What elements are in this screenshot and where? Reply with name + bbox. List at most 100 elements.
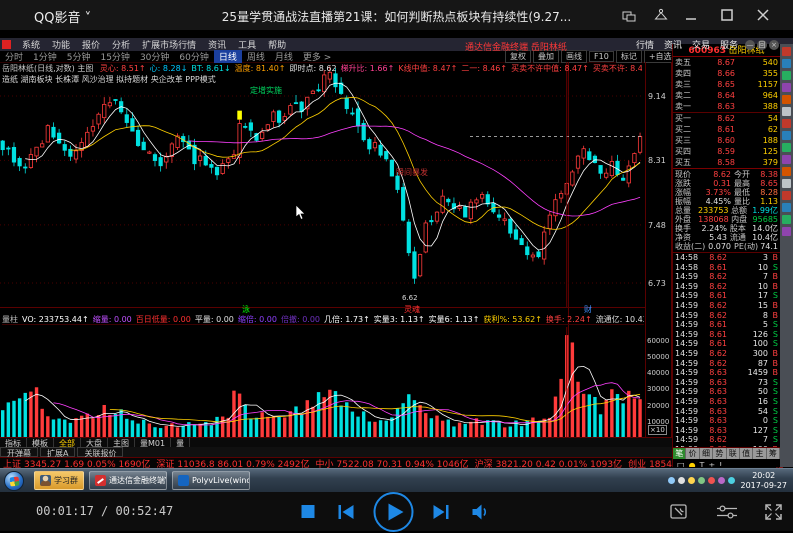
fullscreen-icon[interactable] <box>764 503 783 521</box>
play-button[interactable] <box>372 491 414 533</box>
next-button[interactable] <box>430 502 450 522</box>
close-icon[interactable] <box>752 5 774 25</box>
sidebar-tool-icon[interactable] <box>782 131 791 140</box>
info-row: 收益(二)0.070PE(动)74.1 <box>673 242 780 251</box>
toolbar-button[interactable]: F10 <box>589 51 614 62</box>
tray-icon[interactable] <box>668 477 675 484</box>
sidebar-tool-icon[interactable] <box>782 107 791 116</box>
sidebar-tool-icon[interactable] <box>782 143 791 152</box>
menu-item[interactable]: 行情 <box>631 38 659 51</box>
taskbar-button[interactable]: PolyvLive(windo... <box>172 471 250 490</box>
indicator-tab[interactable]: 全部 <box>54 438 81 447</box>
panel-icon[interactable]: □ <box>677 461 685 467</box>
taskbar-app-icon <box>178 475 189 486</box>
sidebar-tool-icon[interactable] <box>782 83 791 92</box>
taskbar-clock[interactable]: 20:02 2017-09-27 <box>741 471 788 491</box>
indicator-tab[interactable]: 量 <box>171 438 190 447</box>
tool-button[interactable]: 关联报价 <box>77 447 123 457</box>
info-row: 现价8.62今开8.38 <box>673 170 780 179</box>
panel-tab[interactable]: 联 <box>727 448 740 459</box>
settings-sliders-icon[interactable] <box>716 503 738 521</box>
menu-item[interactable]: 服务 <box>715 38 743 51</box>
indicator-value: 百日低量: 0.00 <box>136 315 191 324</box>
order-row: 买二8.6162 <box>673 124 780 135</box>
minimize-icon[interactable] <box>680 5 702 25</box>
indicator-tabs-row: 指标模板全部大盘主图量M01量 <box>0 437 672 447</box>
panel-tab[interactable]: 价 <box>686 448 699 459</box>
order-row: 买四8.59125 <box>673 146 780 157</box>
maximize-icon[interactable] <box>716 5 738 25</box>
tick-list[interactable]: 14:588.623B14:588.6110S14:598.627B14:598… <box>673 253 780 447</box>
indicator-tab[interactable]: 量M01 <box>135 438 171 447</box>
tick-row: 15:008.63100B <box>673 445 780 447</box>
info-row: 外盘138068内盘95685 <box>673 215 780 224</box>
start-button[interactable] <box>4 471 24 491</box>
sidebar-tool-icon[interactable] <box>782 59 791 68</box>
axis-gutter: ×10 日线 +-0 9.148.317.486.736000050000400… <box>645 62 672 467</box>
panel-tab[interactable]: 主 <box>753 448 766 459</box>
indicator-tab[interactable]: 主图 <box>108 438 135 447</box>
panel-tab[interactable]: 值 <box>740 448 753 459</box>
tray-icon[interactable] <box>678 477 685 484</box>
panel-icon[interactable]: T <box>700 461 705 467</box>
indicator-tab[interactable]: 模板 <box>27 438 54 447</box>
menu-item[interactable]: 交易 <box>687 38 715 51</box>
taskbar-button[interactable]: 学习群 <box>34 471 84 490</box>
tick-row: 14:598.6117S <box>673 291 780 301</box>
price-axis-label: 7.48 <box>648 221 666 230</box>
indicator-value: K线中值: 8.47↑ <box>398 64 457 73</box>
indicator-tab[interactable]: 大盘 <box>81 438 108 447</box>
mini-window-icon[interactable] <box>618 5 640 25</box>
tool-button[interactable]: 开弹幕 <box>0 447 38 457</box>
tray-icon[interactable] <box>688 477 695 484</box>
tick-row: 14:588.623B <box>673 253 780 263</box>
tray-icon[interactable] <box>708 477 715 484</box>
order-row: 买五8.58379 <box>673 157 780 168</box>
tdx-window-button[interactable]: — <box>745 40 755 50</box>
volume-axis-label: 60000 <box>647 337 669 345</box>
sidebar-tool-icon[interactable] <box>782 95 791 104</box>
indicator-value: 灵心: 8.51↑ <box>100 64 146 73</box>
sidebar-tool-icon[interactable] <box>782 47 791 56</box>
tray-icon[interactable] <box>698 477 705 484</box>
sidebar-tool-icon[interactable] <box>782 71 791 80</box>
sidebar-tool-icon[interactable] <box>782 119 791 128</box>
tdx-window-button[interactable]: 回 <box>757 40 767 50</box>
indicator-value: 量柱 <box>2 315 18 324</box>
previous-button[interactable] <box>336 502 356 522</box>
tick-row: 14:598.627S <box>673 435 780 445</box>
panel-icon[interactable]: ● <box>689 461 696 467</box>
sidebar-tool-icon[interactable] <box>782 191 791 200</box>
tool-button[interactable]: 扩展A <box>40 447 75 457</box>
panel-tab[interactable]: 势 <box>713 448 726 459</box>
panel-tab[interactable]: 笔 <box>673 448 686 459</box>
sidebar-tool-icon[interactable] <box>782 155 791 164</box>
info-row: 总量233753总额1.99亿 <box>673 206 780 215</box>
tdx-window-button[interactable]: × <box>769 40 779 50</box>
panel-tab[interactable]: 筹 <box>767 448 780 459</box>
tray-icon[interactable] <box>718 477 725 484</box>
panel-tab[interactable]: 细 <box>700 448 713 459</box>
mouse-cursor <box>295 205 307 221</box>
marquee-text: 通达信金融终端 岳阳林纸 <box>465 40 567 53</box>
panel-icon[interactable]: ! <box>719 461 722 467</box>
taskbar-button[interactable]: 通达信金融终端V... <box>89 471 167 490</box>
price-axis-label: 8.31 <box>648 156 666 165</box>
sidebar-tool-icon[interactable] <box>782 203 791 212</box>
volume-icon[interactable] <box>470 502 492 522</box>
hanger-icon[interactable] <box>650 5 672 25</box>
taskbar-app-icon <box>40 475 51 486</box>
tray-icon[interactable] <box>728 477 735 484</box>
sidebar-tool-icon[interactable] <box>782 227 791 236</box>
quote-panel: 600963 岳阳林纸 卖五8.67540卖四8.66355卖三8.651157… <box>672 44 780 467</box>
panel-icon[interactable]: ± <box>708 461 715 467</box>
indicator-value: 温度: 81.40↑ <box>235 64 286 73</box>
indicator-value: 买卖不许中值: 8.47↑ <box>511 64 589 73</box>
toolbox-icon[interactable] <box>670 503 690 521</box>
sidebar-tool-icon[interactable] <box>782 179 791 188</box>
sidebar-tool-icon[interactable] <box>782 167 791 176</box>
stop-button[interactable] <box>301 505 314 518</box>
sidebar-tool-icon[interactable] <box>782 215 791 224</box>
menu-item[interactable]: 资讯 <box>659 38 687 51</box>
indicator-tab[interactable]: 指标 <box>0 438 27 447</box>
